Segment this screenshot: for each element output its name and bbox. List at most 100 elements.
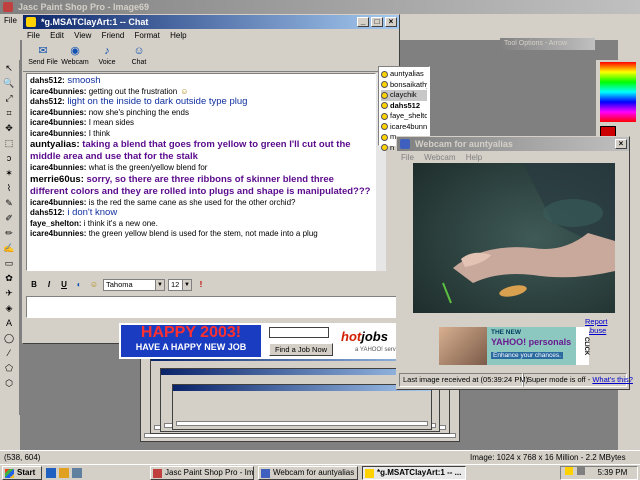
selection-tool-icon[interactable]: ⬚	[2, 136, 16, 150]
menu-format[interactable]: Format	[135, 31, 160, 40]
user-list-item[interactable]: dahs512	[381, 101, 427, 112]
report-abuse-link[interactable]: Report Abuse	[585, 317, 629, 335]
taskbar-button-webcam[interactable]: Webcam for auntyalias	[258, 466, 358, 480]
menu-file[interactable]: File	[27, 31, 40, 40]
webcam-menu-webcam[interactable]: Webcam	[424, 153, 455, 162]
font-select[interactable]: Tahoma ▼	[103, 279, 165, 291]
chat-message-text: i think it's a new one.	[81, 218, 158, 228]
bold-button[interactable]: B	[28, 279, 40, 291]
desktop-icon[interactable]	[46, 468, 56, 478]
minimize-button[interactable]: _	[357, 17, 369, 27]
close-button[interactable]: ×	[385, 17, 397, 27]
webcam-label: Webcam	[61, 59, 89, 66]
user-list-item[interactable]: claychik	[381, 90, 427, 101]
chat-button[interactable]: ☺ Chat	[123, 42, 155, 71]
arrow-tool-icon[interactable]: ↖	[2, 61, 16, 75]
start-button[interactable]: Start	[2, 466, 42, 480]
crop-tool-icon[interactable]: ⌗	[2, 106, 16, 120]
chat-title-bar[interactable]: *g.MSATClayArt:1 -- Chat _ □ ×	[23, 15, 399, 29]
deform-tool-icon[interactable]: ⤢	[2, 91, 16, 105]
personals-ad-line2: YAHOO! personals	[491, 337, 572, 347]
draw-tool-icon[interactable]: ⁄	[2, 346, 16, 360]
menu-help[interactable]: Help	[170, 31, 186, 40]
messenger-tray-icon[interactable]	[565, 467, 573, 475]
psp-title-bar: Jasc Paint Shop Pro - Image69	[0, 0, 640, 14]
ignore-icon[interactable]: !	[195, 279, 207, 291]
chat-message-nick: icare4bunnies:	[30, 229, 87, 238]
chat-input[interactable]	[26, 296, 398, 318]
user-list-item[interactable]: icare4bunnies	[381, 122, 427, 133]
zoom-tool-icon[interactable]: 🔍	[2, 76, 16, 90]
color-picker-gradient[interactable]	[600, 62, 636, 122]
browser-icon[interactable]	[59, 468, 69, 478]
chat-message-nick: faye_shelton:	[30, 218, 82, 228]
flood-fill-icon[interactable]: ◈	[2, 301, 16, 315]
user-name: n	[390, 142, 395, 152]
hotjobs-logo: hotjobs	[341, 329, 388, 344]
user-list-item[interactable]: bonsaikathy	[381, 80, 427, 91]
italic-button[interactable]: I	[43, 279, 55, 291]
user-status-icon	[381, 70, 388, 78]
chat-message-text: light on the inside to dark outside type…	[64, 96, 248, 107]
smiley-emoticon-icon: ☺	[180, 86, 189, 96]
font-size-select[interactable]: 12 ▼	[168, 279, 192, 291]
picture-tube-icon[interactable]: ✿	[2, 271, 16, 285]
airbrush-tool-icon[interactable]: ✈	[2, 286, 16, 300]
personals-ad-click: CLICK	[576, 327, 589, 365]
ad-banner[interactable]: HAPPY 2003! HAVE A HAPPY NEW JOB Find a …	[119, 323, 419, 359]
banner-search-input[interactable]	[269, 327, 329, 338]
paintbrush-tool-icon[interactable]: ✎	[2, 196, 16, 210]
menu-friend[interactable]: Friend	[102, 31, 125, 40]
chevron-down-icon: ▼	[155, 280, 164, 290]
personals-ad-photo	[439, 327, 487, 365]
taskbar-button-chat[interactable]: *g.MSATClayArt:1 -- ...	[362, 466, 466, 480]
retouch-tool-icon[interactable]: ✍	[2, 241, 16, 255]
webcam-frame-illustration	[413, 163, 615, 313]
move-tool-icon[interactable]: ✥	[2, 121, 16, 135]
start-label: Start	[17, 468, 36, 477]
tool-options-title[interactable]: Tool Options - Arrow	[500, 38, 595, 50]
send-file-icon: ✉	[38, 45, 48, 57]
chat-message-text: i don't know	[64, 207, 118, 218]
volume-tray-icon[interactable]	[577, 467, 586, 475]
magic-wand-icon[interactable]: ✶	[2, 166, 16, 180]
chat-toolbar: ✉ Send File ◉ Webcam ♪ Voice ☺ Chat	[23, 42, 399, 72]
dropper-tool-icon[interactable]: ⌇	[2, 181, 16, 195]
webcam-menu-file[interactable]: File	[401, 153, 414, 162]
chat-message-text: now she's pinching the ends	[86, 107, 189, 117]
clone-tool-icon[interactable]: ✐	[2, 211, 16, 225]
maximize-button[interactable]: □	[371, 17, 383, 27]
menu-view[interactable]: View	[74, 31, 91, 40]
object-selector-icon[interactable]: ⬡	[2, 376, 16, 390]
personals-ad[interactable]: THE NEW YAHOO! personals Enhance your ch…	[439, 327, 589, 365]
webcam-close-button[interactable]: ×	[615, 139, 627, 149]
whats-this-link[interactable]: What's this?	[592, 375, 633, 384]
webcam-button[interactable]: ◉ Webcam	[59, 42, 91, 71]
send-file-button[interactable]: ✉ Send File	[27, 42, 59, 71]
taskbar-button-psp[interactable]: Jasc Paint Shop Pro - Ima...	[150, 466, 254, 480]
preset-shapes-icon[interactable]: ⬠	[2, 361, 16, 375]
menu-edit[interactable]: Edit	[50, 31, 64, 40]
eraser-tool-icon[interactable]: ▭	[2, 256, 16, 270]
shape-tool-icon[interactable]: ◯	[2, 331, 16, 345]
emoticon-icon[interactable]: ☺	[88, 279, 100, 291]
explorer-icon[interactable]	[72, 468, 82, 478]
webcam-title: Webcam for auntyalias	[415, 139, 513, 149]
find-job-button[interactable]: Find a Job Now	[269, 343, 333, 356]
webcam-menu-help[interactable]: Help	[466, 153, 482, 162]
voice-button[interactable]: ♪ Voice	[91, 42, 123, 71]
chat-message-nick: icare4bunnies:	[30, 163, 87, 172]
underline-button[interactable]: U	[58, 279, 70, 291]
text-color-icon[interactable]: ◐	[73, 279, 85, 291]
user-list-item[interactable]: faye_shelton	[381, 111, 427, 122]
user-name: claychik	[390, 90, 417, 99]
color-replacer-icon[interactable]: ✏	[2, 226, 16, 240]
clock[interactable]: 5:39 PM	[597, 468, 627, 477]
webcam-title-bar[interactable]: Webcam for auntyalias ×	[397, 137, 629, 151]
user-list-item[interactable]: auntyalias	[381, 69, 427, 80]
freehand-tool-icon[interactable]: ↄ	[2, 151, 16, 165]
system-tray: 5:39 PM	[560, 466, 638, 480]
text-tool-icon[interactable]: A	[2, 316, 16, 330]
psp-menu-file[interactable]: File	[4, 16, 17, 25]
chat-log[interactable]: dahs512: smoosh icare4bunnies: getting ou…	[26, 73, 376, 271]
